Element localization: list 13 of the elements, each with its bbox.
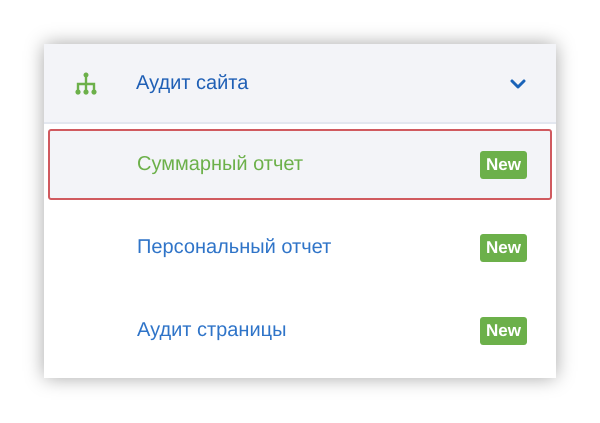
new-badge: New	[480, 234, 527, 262]
new-badge: New	[480, 150, 527, 178]
menu-item-label: Аудит страницы	[137, 319, 288, 342]
menu-item[interactable]: Персональный отчет New	[48, 212, 552, 283]
menu-item[interactable]: Суммарный отчет New	[48, 129, 552, 200]
menu-header[interactable]: Аудит сайта	[44, 44, 556, 124]
menu-item-label: Персональный отчет	[137, 236, 332, 259]
menu-item[interactable]: Аудит страницы New	[48, 295, 552, 366]
new-badge: New	[480, 316, 527, 344]
chevron-icon	[510, 79, 526, 89]
menu-item-label: Суммарный отчет	[137, 153, 304, 176]
sitemap-icon	[75, 72, 97, 96]
menu-title: Аудит сайта	[136, 72, 250, 94]
